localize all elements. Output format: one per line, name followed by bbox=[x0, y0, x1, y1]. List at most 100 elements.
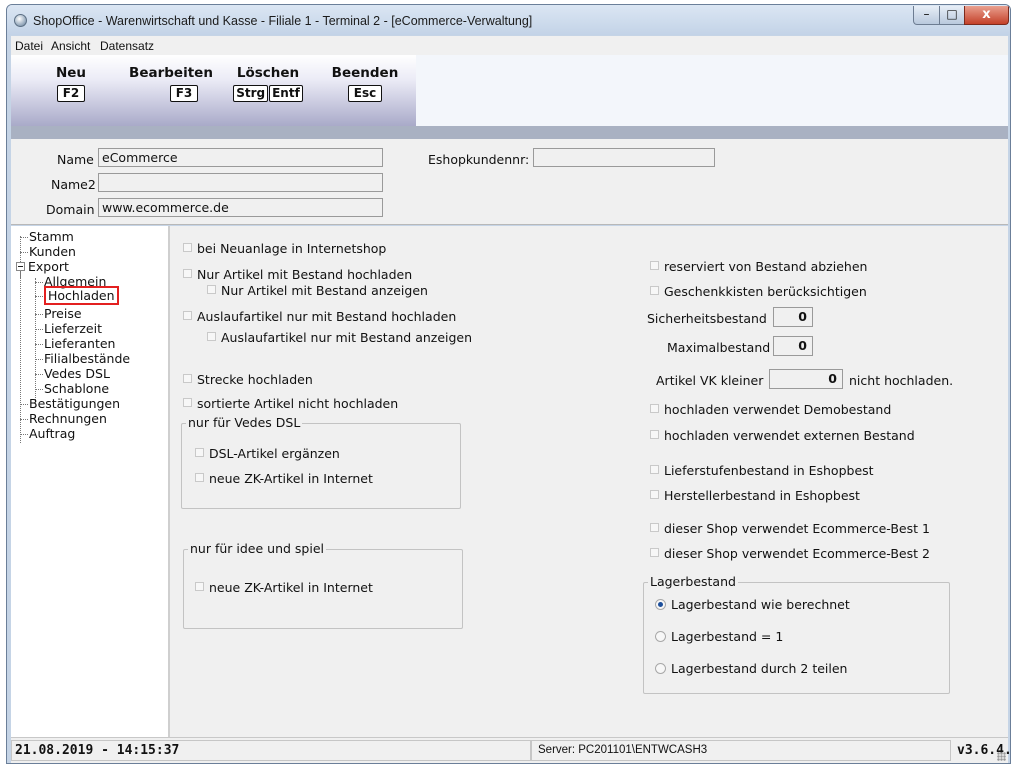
checkbox-externer-bestand[interactable]: hochladen verwendet externen Bestand bbox=[650, 428, 915, 443]
collapse-icon[interactable] bbox=[16, 262, 25, 271]
menu-datei[interactable]: Datei bbox=[15, 39, 43, 53]
tree-item-export[interactable]: Export bbox=[16, 260, 69, 274]
checkbox-icon bbox=[183, 374, 192, 383]
checkbox-zk-internet-idee[interactable]: neue ZK-Artikel in Internet bbox=[195, 580, 373, 595]
checkbox-strecke[interactable]: Strecke hochladen bbox=[183, 372, 313, 387]
exit-button[interactable]: Beenden Esc bbox=[325, 65, 405, 102]
tree-item-label: Preise bbox=[44, 306, 82, 321]
tree-item-auftrag[interactable]: Auftrag bbox=[20, 427, 75, 441]
radio-label: Lagerbestand durch 2 teilen bbox=[671, 661, 848, 676]
checkbox-zk-internet-vedes[interactable]: neue ZK-Artikel in Internet bbox=[195, 471, 373, 486]
exit-button-label: Beenden bbox=[331, 65, 399, 81]
tree-item-label-selected: Hochladen bbox=[44, 286, 119, 305]
tree-item-label: Lieferanten bbox=[44, 336, 116, 351]
tree-item-vedes-dsl[interactable]: Vedes DSL bbox=[35, 367, 110, 381]
checkbox-ecom-best1[interactable]: dieser Shop verwendet Ecommerce-Best 1 bbox=[650, 521, 930, 536]
checkbox-label: Geschenkkisten berücksichtigen bbox=[664, 284, 867, 299]
name-field[interactable]: eCommerce bbox=[98, 148, 383, 167]
checkbox-dsl-ergaenzen[interactable]: DSL-Artikel ergänzen bbox=[195, 446, 340, 461]
main-content: Stamm Kunden Export Allgemein Hochladen … bbox=[11, 226, 1008, 737]
radio-label: Lagerbestand = 1 bbox=[671, 629, 784, 644]
maximalbestand-label: Maximalbestand bbox=[667, 340, 771, 355]
radio-icon bbox=[655, 631, 666, 642]
checkbox-label: Auslaufartikel nur mit Bestand anzeigen bbox=[221, 330, 473, 345]
tree-item-kunden[interactable]: Kunden bbox=[20, 245, 76, 259]
tree-item-lieferanten[interactable]: Lieferanten bbox=[35, 337, 115, 351]
menu-datensatz[interactable]: Datensatz bbox=[100, 39, 154, 53]
toolbar-empty-area bbox=[416, 55, 1008, 126]
checkbox-auslauf[interactable]: Auslaufartikel nur mit Bestand hochladen bbox=[183, 309, 456, 324]
sicherheitsbestand-field[interactable]: 0 bbox=[773, 307, 813, 327]
checkbox-label: Nur Artikel mit Bestand hochladen bbox=[197, 267, 413, 282]
checkbox-geschenkkisten[interactable]: Geschenkkisten berücksichtigen bbox=[650, 284, 867, 299]
tree-item-hochladen[interactable]: Hochladen bbox=[35, 286, 119, 305]
title-bar[interactable]: ShopOffice - Warenwirtschaft und Kasse -… bbox=[7, 5, 1010, 35]
checkbox-icon bbox=[183, 269, 192, 278]
name-label: Name bbox=[57, 152, 94, 167]
separator-bar bbox=[11, 126, 1008, 139]
checkbox-label: hochladen verwendet Demobestand bbox=[664, 402, 892, 417]
new-button[interactable]: Neu F2 bbox=[51, 65, 91, 102]
radio-icon bbox=[655, 663, 666, 674]
name2-label: Name2 bbox=[51, 177, 96, 192]
name2-field[interactable] bbox=[98, 173, 383, 192]
checkbox-icon bbox=[650, 430, 659, 439]
checkbox-icon bbox=[650, 548, 659, 557]
checkbox-hersteller[interactable]: Herstellerbestand in Eshopbest bbox=[650, 488, 860, 503]
checkbox-ecom-best2[interactable]: dieser Shop verwendet Ecommerce-Best 2 bbox=[650, 546, 930, 561]
menu-ansicht[interactable]: Ansicht bbox=[51, 39, 90, 53]
domain-field[interactable]: www.ecommerce.de bbox=[98, 198, 383, 217]
checkbox-icon bbox=[650, 286, 659, 295]
maximalbestand-field[interactable]: 0 bbox=[773, 336, 813, 356]
maximize-icon: □ bbox=[946, 7, 958, 21]
vk-kleiner-field[interactable]: 0 bbox=[769, 369, 843, 389]
toolbar: Neu F2 Bearbeiten F3 Löschen Strg Entf Be… bbox=[11, 55, 1008, 126]
resize-grip-icon[interactable] bbox=[997, 752, 1006, 761]
tree-item-label: Lieferzeit bbox=[44, 321, 102, 336]
radio-lager-eins[interactable]: Lagerbestand = 1 bbox=[655, 629, 783, 644]
checkbox-label: Herstellerbestand in Eshopbest bbox=[664, 488, 860, 503]
checkbox-icon bbox=[650, 490, 659, 499]
checkbox-neuanlage[interactable]: bei Neuanlage in Internetshop bbox=[183, 241, 386, 256]
tree-item-lieferzeit[interactable]: Lieferzeit bbox=[35, 322, 102, 336]
tree-item-preise[interactable]: Preise bbox=[35, 307, 82, 321]
checkbox-icon bbox=[650, 465, 659, 474]
group-title: Lagerbestand bbox=[648, 574, 738, 589]
eshopkundennr-field[interactable] bbox=[533, 148, 715, 167]
checkbox-nur-bestand-anzeigen[interactable]: Nur Artikel mit Bestand anzeigen bbox=[207, 283, 428, 298]
checkbox-icon bbox=[650, 261, 659, 270]
checkbox-lieferstufen[interactable]: Lieferstufenbestand in Eshopbest bbox=[650, 463, 874, 478]
tree-item-bestaetigungen[interactable]: Bestätigungen bbox=[20, 397, 120, 411]
group-vedes-dsl: nur für Vedes DSL DSL-Artikel ergänzen n… bbox=[181, 415, 461, 509]
vk-kleiner-label: Artikel VK kleiner bbox=[656, 373, 764, 388]
tree-item-label: Bestätigungen bbox=[29, 396, 121, 411]
key-f3: F3 bbox=[169, 85, 199, 102]
checkbox-label: Auslaufartikel nur mit Bestand hochladen bbox=[197, 309, 457, 324]
key-entf: Entf bbox=[269, 85, 303, 102]
group-title: nur für Vedes DSL bbox=[186, 415, 303, 430]
radio-lager-halbe[interactable]: Lagerbestand durch 2 teilen bbox=[655, 661, 847, 676]
delete-button[interactable]: Löschen Strg Entf bbox=[233, 65, 303, 102]
edit-button[interactable]: Bearbeiten F3 bbox=[129, 65, 213, 102]
checkbox-icon bbox=[650, 523, 659, 532]
close-button[interactable]: x bbox=[964, 6, 1009, 25]
checkbox-label: hochladen verwendet externen Bestand bbox=[664, 428, 915, 443]
status-bar: 21.08.2019 - 14:15:37 Server: PC201101\E… bbox=[11, 737, 1010, 763]
radio-lager-berechnet[interactable]: Lagerbestand wie berechnet bbox=[655, 597, 850, 612]
tree-item-rechnungen[interactable]: Rechnungen bbox=[20, 412, 107, 426]
domain-label: Domain bbox=[46, 202, 95, 217]
vk-kleiner-suffix: nicht hochladen. bbox=[849, 373, 954, 388]
status-server: Server: PC201101\ENTWCASH3 bbox=[538, 744, 708, 756]
tree-item-schablone[interactable]: Schablone bbox=[35, 382, 109, 396]
checkbox-auslauf-anzeigen[interactable]: Auslaufartikel nur mit Bestand anzeigen bbox=[207, 330, 472, 345]
maximize-button[interactable]: □ bbox=[939, 6, 965, 25]
group-lagerbestand: Lagerbestand Lagerbestand wie berechnet … bbox=[643, 574, 950, 694]
checkbox-reserviert[interactable]: reserviert von Bestand abziehen bbox=[650, 259, 867, 274]
checkbox-demobestand[interactable]: hochladen verwendet Demobestand bbox=[650, 402, 891, 417]
tree-item-filialbestaende[interactable]: Filialbestände bbox=[35, 352, 130, 366]
checkbox-sortierte[interactable]: sortierte Artikel nicht hochladen bbox=[183, 396, 398, 411]
checkbox-nur-bestand[interactable]: Nur Artikel mit Bestand hochladen bbox=[183, 267, 412, 282]
tree-item-stamm[interactable]: Stamm bbox=[20, 230, 74, 244]
minimize-button[interactable]: – bbox=[913, 6, 940, 25]
key-esc: Esc bbox=[347, 85, 383, 102]
